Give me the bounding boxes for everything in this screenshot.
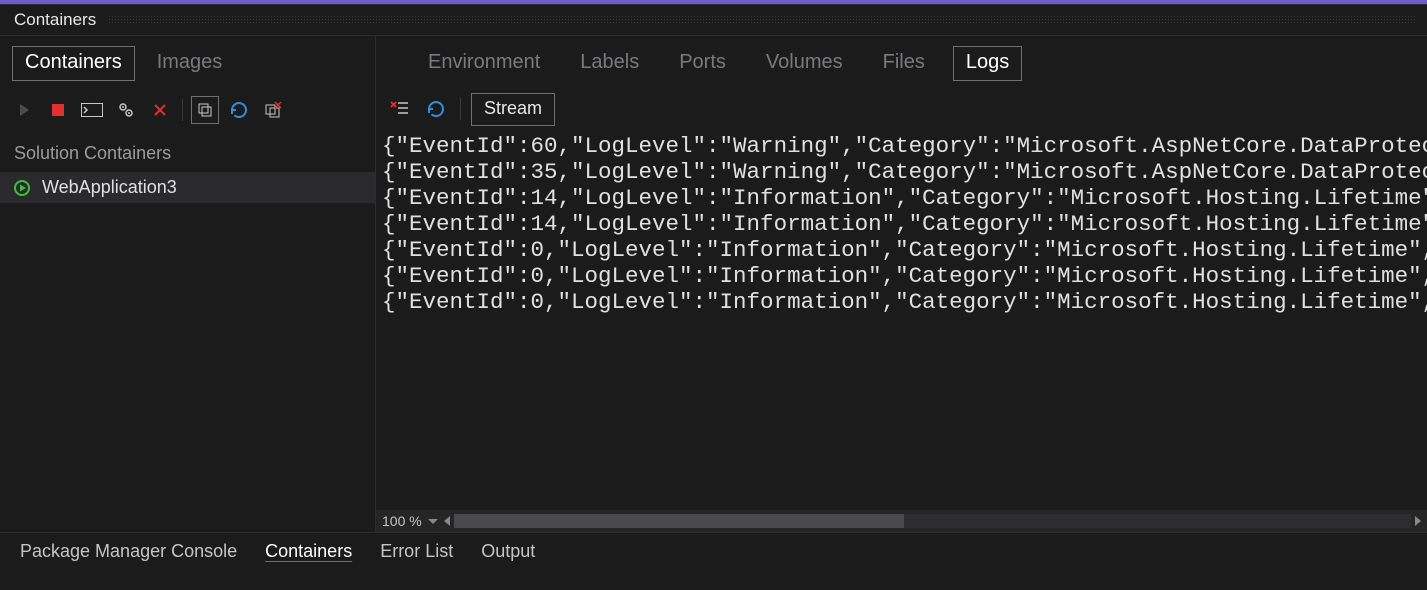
bottom-tab-output[interactable]: Output — [467, 533, 549, 570]
clear-logs-button[interactable] — [386, 95, 414, 123]
zoom-value: 100 % — [382, 513, 422, 529]
horizontal-scrollbar[interactable] — [444, 514, 1421, 528]
toolbar-separator — [460, 98, 461, 120]
scroll-thumb[interactable] — [454, 514, 904, 528]
log-line: {"EventId":14,"LogLevel":"Information","… — [382, 185, 1427, 211]
container-name: WebApplication3 — [42, 177, 177, 198]
refresh-button[interactable] — [225, 96, 253, 124]
panel-title: Containers — [14, 10, 96, 30]
logs-toolbar: Stream — [376, 91, 1427, 131]
tab-labels[interactable]: Labels — [568, 47, 651, 80]
log-line: {"EventId":60,"LogLevel":"Warning","Cate… — [382, 133, 1427, 159]
log-line: {"EventId":35,"LogLevel":"Warning","Cate… — [382, 159, 1427, 185]
container-detail-panel: Environment Labels Ports Volumes Files Logs S… — [376, 36, 1427, 532]
containers-side-panel: Containers Images — [0, 36, 376, 532]
left-tab-strip: Containers Images — [0, 36, 375, 91]
detail-tab-strip: Environment Labels Ports Volumes Files Logs — [376, 36, 1427, 91]
log-line: {"EventId":0,"LogLevel":"Information","C… — [382, 289, 1427, 315]
left-tab-images[interactable]: Images — [145, 47, 235, 80]
tab-ports[interactable]: Ports — [667, 47, 738, 80]
delete-button[interactable] — [146, 96, 174, 124]
log-output[interactable]: {"EventId":60,"LogLevel":"Warning","Cate… — [376, 131, 1427, 510]
bottom-tab-package-manager-console[interactable]: Package Manager Console — [6, 533, 251, 570]
bottom-tab-containers[interactable]: Containers — [251, 533, 366, 570]
tab-files[interactable]: Files — [871, 47, 937, 80]
copy-button[interactable] — [191, 96, 219, 124]
stream-toggle[interactable]: Stream — [471, 93, 555, 126]
log-line: {"EventId":0,"LogLevel":"Information","C… — [382, 237, 1427, 263]
running-status-icon — [14, 180, 30, 196]
container-toolbar — [0, 91, 375, 131]
tab-volumes[interactable]: Volumes — [754, 47, 855, 80]
log-line: {"EventId":14,"LogLevel":"Information","… — [382, 211, 1427, 237]
bottom-tool-window-tabs: Package Manager ConsoleContainersError L… — [0, 532, 1427, 570]
start-button[interactable] — [10, 96, 38, 124]
container-list: WebApplication3 — [0, 172, 375, 532]
editor-status-bar: 100 % — [376, 510, 1427, 532]
log-line: {"EventId":0,"LogLevel":"Information","C… — [382, 263, 1427, 289]
bottom-tab-error-list[interactable]: Error List — [366, 533, 467, 570]
terminal-button[interactable] — [78, 96, 106, 124]
refresh-logs-button[interactable] — [422, 95, 450, 123]
left-tab-containers[interactable]: Containers — [12, 46, 135, 81]
prune-button[interactable] — [259, 96, 287, 124]
scroll-left-icon[interactable] — [444, 516, 450, 526]
container-item[interactable]: WebApplication3 — [0, 172, 375, 203]
stop-button[interactable] — [44, 96, 72, 124]
zoom-dropdown[interactable]: 100 % — [382, 513, 438, 529]
panel-drag-handle[interactable] — [108, 15, 1417, 25]
scroll-track[interactable] — [454, 514, 1411, 528]
tab-environment[interactable]: Environment — [416, 47, 552, 80]
chevron-down-icon — [428, 519, 438, 524]
section-label: Solution Containers — [0, 131, 375, 172]
toolbar-separator — [182, 99, 183, 121]
scroll-right-icon[interactable] — [1415, 516, 1421, 526]
panel-title-bar[interactable]: Containers — [0, 5, 1427, 35]
settings-button[interactable] — [112, 96, 140, 124]
tab-logs[interactable]: Logs — [953, 46, 1022, 81]
